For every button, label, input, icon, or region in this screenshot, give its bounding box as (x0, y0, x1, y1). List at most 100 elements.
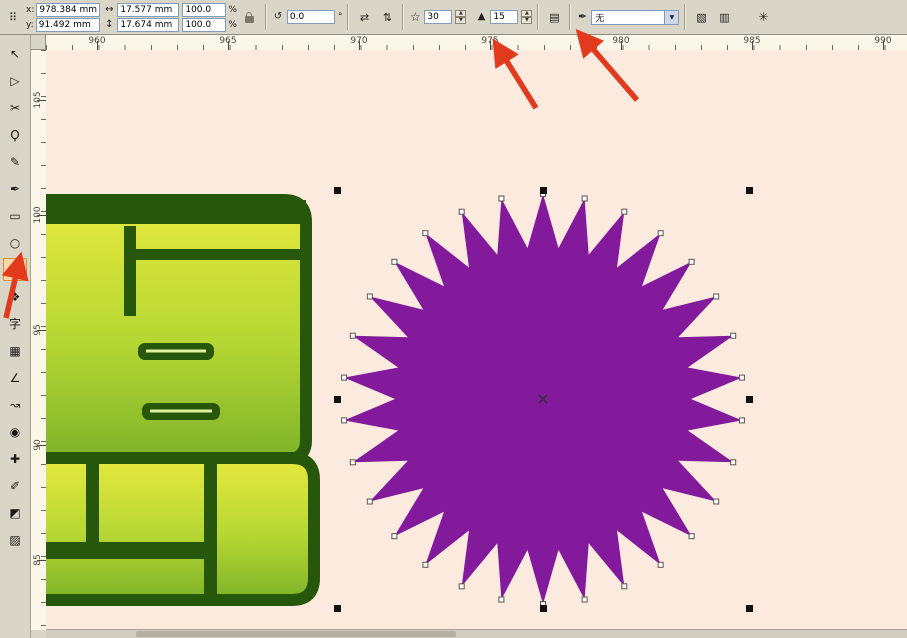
sharpness-spinner[interactable]: ▲ ▼ (521, 10, 532, 24)
mirror-horizontal-button[interactable]: ⇄ (354, 7, 374, 28)
fill-tool[interactable]: ◩ (3, 501, 27, 524)
node-marker[interactable] (582, 597, 587, 602)
dropdown-arrow-icon[interactable]: ▼ (664, 11, 678, 24)
zoom-tool-icon: Ϙ (10, 128, 19, 142)
convert-fill-button[interactable]: ▥ (714, 7, 734, 28)
selection-handle[interactable] (540, 187, 547, 194)
mirror-vertical-button[interactable]: ⇅ (377, 7, 397, 28)
star-points-icon: ☆ (409, 12, 421, 22)
ellipse-tool[interactable]: ○ (3, 231, 27, 254)
pick-tool[interactable]: ↖ (3, 42, 27, 65)
spinner-up-icon[interactable]: ▲ (521, 10, 532, 17)
node-marker[interactable] (350, 333, 355, 338)
lock-ratio-button[interactable] (240, 7, 260, 28)
convert-outline-button[interactable]: ▧ (691, 7, 711, 28)
selection-handle[interactable] (540, 605, 547, 612)
node-marker[interactable] (622, 584, 627, 589)
node-marker[interactable] (714, 294, 719, 299)
interactive-fill-tool-icon: ▨ (9, 533, 20, 547)
node-marker[interactable] (731, 460, 736, 465)
blend-tool[interactable]: ◉ (3, 420, 27, 443)
selection-handle[interactable] (746, 396, 753, 403)
spinner-up-icon[interactable]: ▲ (455, 10, 466, 17)
node-marker[interactable] (582, 196, 587, 201)
node-marker[interactable] (423, 562, 428, 567)
node-marker[interactable] (367, 294, 372, 299)
y-label: y: (26, 20, 34, 30)
node-marker[interactable] (658, 231, 663, 236)
table-tool[interactable]: ▦ (3, 339, 27, 362)
outline-width-select[interactable]: 无 ▼ (591, 10, 679, 25)
ruler-tick (883, 41, 884, 50)
scrollbar-thumb[interactable] (136, 631, 456, 637)
node-marker[interactable] (342, 375, 347, 380)
rectangle-tool[interactable]: ▭ (3, 204, 27, 227)
node-marker[interactable] (459, 209, 464, 214)
selection-handle[interactable] (746, 187, 753, 194)
selection-handle[interactable] (334, 187, 341, 194)
text-wrap-button[interactable]: ▤ (544, 7, 564, 28)
ruler-tick (228, 41, 229, 50)
node-marker[interactable] (392, 534, 397, 539)
percent-label: % (228, 20, 237, 30)
basic-shapes-tool-icon: ❖ (10, 290, 21, 304)
drawing-canvas[interactable] (46, 50, 907, 630)
outline-pen-tool[interactable]: ✐ (3, 474, 27, 497)
node-marker[interactable] (658, 562, 663, 567)
canvas-svg (46, 50, 907, 630)
node-marker[interactable] (622, 209, 627, 214)
node-marker[interactable] (459, 584, 464, 589)
green-character-artwork[interactable] (46, 200, 314, 600)
star-points-spinner[interactable]: ▲ ▼ (455, 10, 466, 24)
dimension-tool[interactable]: ∠ (3, 366, 27, 389)
basic-shapes-tool[interactable]: ❖ (3, 285, 27, 308)
connector-tool[interactable]: ↝ (3, 393, 27, 416)
shape-tool-icon: ▷ (10, 74, 19, 88)
node-marker[interactable] (739, 418, 744, 423)
outline-pen-tool-icon: ✐ (10, 479, 20, 493)
toolbox: ↖ ▷ ✂ Ϙ ✎ ✒ ▭ ○ ☆ ❖ 字 ▦ ∠ ↝ ◉ ✚ ✐ ◩ ▨ (0, 35, 31, 638)
artistic-media-tool[interactable]: ✒ (3, 177, 27, 200)
polygon-star-tool[interactable]: ☆ (3, 258, 27, 281)
node-marker[interactable] (739, 375, 744, 380)
sharpness-input[interactable] (490, 10, 518, 24)
node-marker[interactable] (499, 196, 504, 201)
text-tool[interactable]: 字 (3, 312, 27, 335)
vertical-ruler[interactable]: 105100959085 (31, 50, 47, 630)
eyedropper-tool[interactable]: ✚ (3, 447, 27, 470)
node-marker[interactable] (714, 499, 719, 504)
artistic-media-tool-icon: ✒ (10, 182, 20, 196)
object-width-input[interactable] (117, 3, 179, 17)
shape-tool[interactable]: ▷ (3, 69, 27, 92)
node-marker[interactable] (499, 597, 504, 602)
node-marker[interactable] (342, 418, 347, 423)
selection-handle[interactable] (334, 396, 341, 403)
scale-horizontal-input[interactable] (182, 3, 226, 17)
settings-gear-icon[interactable]: ✳ (753, 7, 773, 28)
spinner-down-icon[interactable]: ▼ (455, 17, 466, 24)
node-marker[interactable] (689, 534, 694, 539)
horizontal-scrollbar[interactable] (46, 629, 907, 638)
interactive-fill-tool[interactable]: ▨ (3, 528, 27, 551)
degree-label: ° (338, 12, 343, 22)
spinner-down-icon[interactable]: ▼ (521, 17, 532, 24)
node-marker[interactable] (731, 333, 736, 338)
star-points-input[interactable] (424, 10, 452, 24)
zoom-tool[interactable]: Ϙ (3, 123, 27, 146)
node-marker[interactable] (350, 460, 355, 465)
node-marker[interactable] (367, 499, 372, 504)
freehand-tool[interactable]: ✎ (3, 150, 27, 173)
node-marker[interactable] (392, 259, 397, 264)
object-height-input[interactable] (117, 18, 179, 32)
horizontal-ruler[interactable]: 960965970975980985990 (46, 35, 907, 51)
selection-handle[interactable] (746, 605, 753, 612)
node-marker[interactable] (689, 259, 694, 264)
scale-vertical-input[interactable] (182, 18, 226, 32)
y-position-input[interactable] (36, 18, 100, 32)
fill-tool-icon: ◩ (9, 506, 20, 520)
node-marker[interactable] (423, 231, 428, 236)
rotation-angle-input[interactable] (287, 10, 335, 24)
selection-handle[interactable] (334, 605, 341, 612)
crop-tool[interactable]: ✂ (3, 96, 27, 119)
x-position-input[interactable] (36, 3, 100, 17)
